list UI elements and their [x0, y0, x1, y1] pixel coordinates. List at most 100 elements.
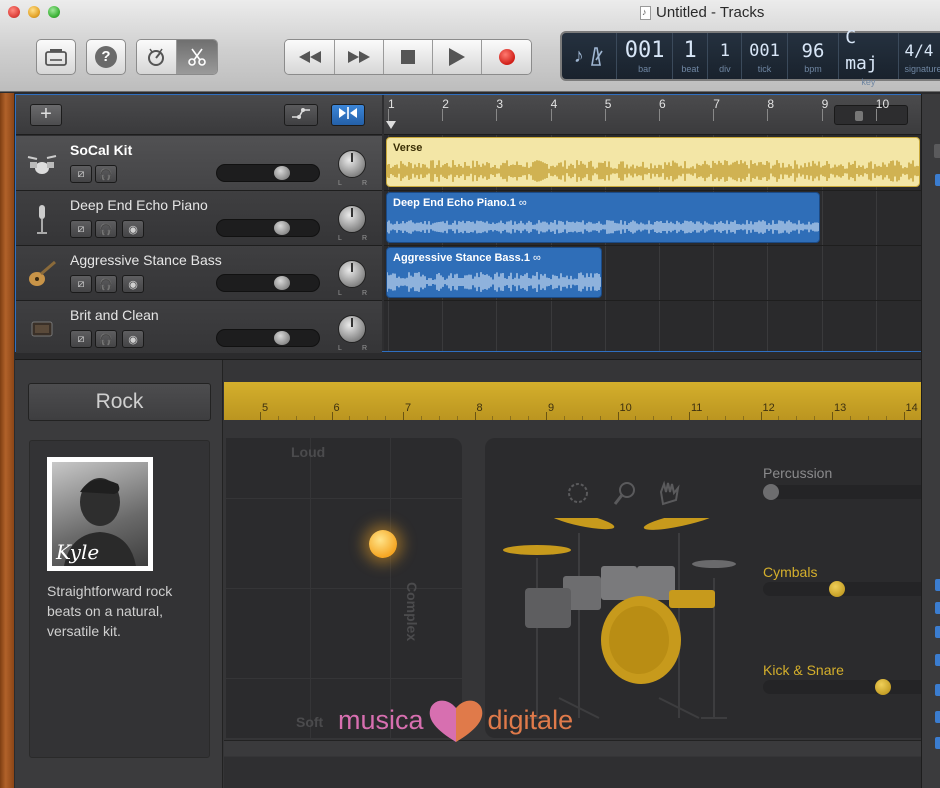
side-panel-control[interactable]	[935, 602, 940, 614]
lcd-key[interactable]: C maj key	[839, 27, 899, 87]
add-track-button[interactable]: +	[30, 104, 62, 126]
smart-controls-button[interactable]	[137, 40, 177, 74]
close-window-button[interactable]	[8, 6, 20, 18]
record-enable-button[interactable]: ◉	[122, 275, 144, 293]
track-header[interactable]: Aggressive Stance Bass ⧄ 🎧 ◉ L R	[16, 246, 382, 301]
side-panel-control[interactable]	[935, 711, 940, 723]
side-panel-control[interactable]	[935, 684, 940, 696]
side-panel-control[interactable]	[935, 174, 940, 186]
drummer-card[interactable]: Kyle Straightforward rock beats on a nat…	[29, 440, 210, 758]
kick-snare-slider[interactable]	[763, 679, 921, 695]
lcd-mode[interactable]: ♪	[562, 33, 618, 79]
track-header[interactable]: SoCal Kit ⧄ 🎧 L R	[16, 136, 382, 191]
editor-ruler-bar-number: 6	[333, 402, 340, 414]
volume-slider[interactable]	[216, 219, 320, 237]
side-panel-control[interactable]	[935, 579, 940, 591]
pan-knob[interactable]	[338, 260, 366, 288]
amp-icon	[26, 315, 58, 343]
track-header[interactable]: Deep End Echo Piano ⧄ 🎧 ◉ L R	[16, 191, 382, 246]
pan-knob[interactable]	[338, 315, 366, 343]
solo-button[interactable]: 🎧	[95, 165, 117, 183]
minimize-window-button[interactable]	[28, 6, 40, 18]
zoom-slider[interactable]	[834, 105, 908, 125]
side-panel-control[interactable]	[935, 737, 940, 749]
solo-button[interactable]: 🎧	[95, 220, 117, 238]
volume-knob[interactable]	[274, 221, 291, 235]
percussion-slider[interactable]	[763, 484, 921, 500]
editor-ruler-subtick	[277, 416, 279, 420]
fast-forward-button[interactable]	[335, 40, 384, 74]
region-title: Verse	[393, 142, 423, 154]
complexity-loudness-pad[interactable]: Loud Soft Complex	[224, 438, 462, 738]
mute-button[interactable]: ⧄	[70, 330, 92, 348]
ruler-bar-number: 6	[659, 97, 666, 111]
region-deep-end-echo-piano[interactable]: Deep End Echo Piano.1 ∞	[386, 192, 820, 243]
editors-button[interactable]	[176, 40, 217, 74]
clap-icon[interactable]	[657, 480, 683, 512]
editor-ruler-tick	[474, 412, 476, 420]
toolbar: Untitled - Tracks ?	[0, 0, 940, 92]
tambourine-icon[interactable]	[565, 480, 591, 512]
pan-right-label: R	[362, 290, 368, 297]
zoom-window-button[interactable]	[48, 6, 60, 18]
lcd-tempo[interactable]: 96 bpm	[788, 33, 840, 79]
volume-knob[interactable]	[274, 276, 291, 290]
lcd-display[interactable]: ♪ 001 bar 1 beat 1 div 001 tick 96 bpm C…	[560, 27, 940, 87]
help-button[interactable]: ?	[86, 39, 126, 75]
record-icon	[498, 49, 515, 65]
side-panel-control[interactable]	[934, 144, 940, 158]
ruler-bar-number: 8	[767, 97, 775, 111]
solo-button[interactable]: 🎧	[95, 275, 117, 293]
pan-right-label: R	[362, 180, 368, 187]
shaker-icon[interactable]	[612, 480, 638, 512]
record-button[interactable]	[482, 40, 531, 74]
pad-puck[interactable]	[369, 530, 397, 558]
volume-slider[interactable]	[216, 164, 320, 182]
pan-left-label: L	[338, 235, 342, 242]
rewind-button[interactable]	[285, 40, 335, 74]
pan-knob[interactable]	[338, 205, 366, 233]
volume-slider[interactable]	[216, 329, 320, 347]
cymbals-slider-knob[interactable]	[829, 581, 845, 597]
editor-ruler-bar-number: 7	[405, 402, 412, 414]
library-button[interactable]	[36, 39, 76, 75]
mute-button[interactable]: ⧄	[70, 220, 92, 238]
genre-button[interactable]: Rock	[28, 383, 211, 421]
kick-snare-slider-knob[interactable]	[875, 679, 891, 695]
volume-knob[interactable]	[274, 166, 291, 180]
record-enable-button[interactable]: ◉	[122, 330, 144, 348]
track-header-bar: +	[16, 95, 382, 135]
editor-ruler-subtick	[528, 416, 530, 420]
mute-button[interactable]: ⧄	[70, 165, 92, 183]
stop-button[interactable]	[384, 40, 433, 74]
volume-knob[interactable]	[274, 331, 291, 345]
headphones-icon: 🎧	[99, 168, 113, 181]
side-panel-control[interactable]	[935, 654, 940, 666]
side-panel-control[interactable]	[935, 626, 940, 638]
editor-ruler-subtick	[849, 416, 851, 420]
lcd-key-value: C maj	[845, 27, 878, 74]
watermark-text-digitale: digitale	[487, 704, 574, 735]
pad-label-soft: Soft	[296, 714, 324, 730]
record-enable-button[interactable]: ◉	[122, 220, 144, 238]
region-aggressive-stance-bass[interactable]: Aggressive Stance Bass.1 ∞	[386, 247, 602, 298]
editor-ruler-subtick	[367, 416, 369, 420]
cymbals-slider[interactable]	[763, 581, 921, 597]
percussion-slider-knob[interactable]	[763, 484, 779, 500]
track-header[interactable]: Brit and Clean ⧄ 🎧 ◉ L R	[16, 301, 382, 353]
play-button[interactable]	[433, 40, 482, 74]
automation-button[interactable]	[284, 104, 318, 126]
volume-slider[interactable]	[216, 274, 320, 292]
flex-button[interactable]	[331, 104, 365, 126]
pan-knob[interactable]	[338, 150, 366, 178]
editor-ruler-subtick	[349, 416, 351, 420]
mute-button[interactable]: ⧄	[70, 275, 92, 293]
track-lanes[interactable]: Verse Deep End Echo Piano.1 ∞ Aggressive…	[384, 135, 922, 351]
solo-button[interactable]: 🎧	[95, 330, 117, 348]
playhead[interactable]	[386, 121, 396, 129]
lcd-signature[interactable]: 4/4 signature	[899, 33, 940, 79]
region-verse[interactable]: Verse	[386, 137, 920, 187]
editor-ruler[interactable]: 5 6 7 8 9 10 11 12 13 14	[224, 382, 940, 420]
mute-icon: ⧄	[77, 277, 85, 290]
timeline-ruler[interactable]: 1 2 3 4 5 6 7 8 9 10	[384, 95, 922, 135]
